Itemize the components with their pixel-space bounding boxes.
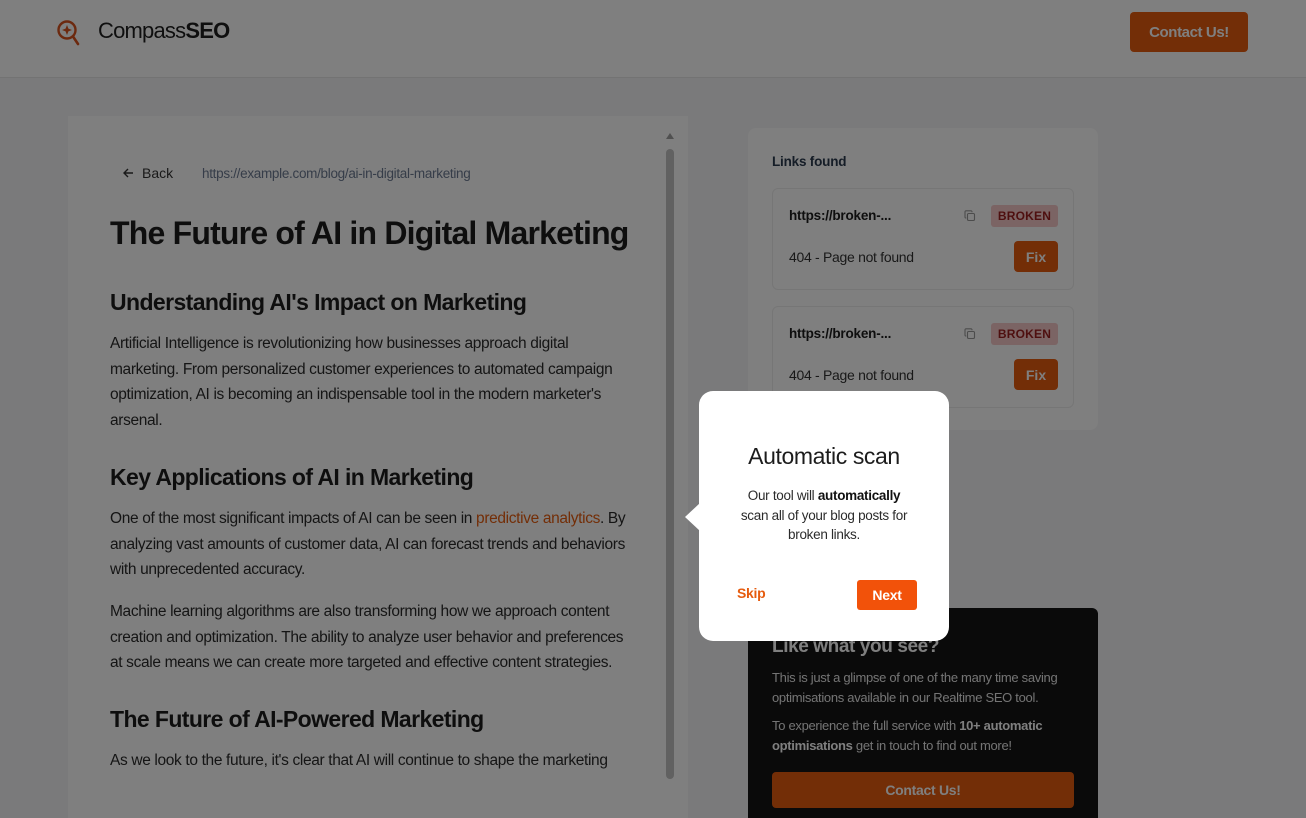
tour-next-button[interactable]: Next [857,580,917,610]
tour-text: Our tool will automatically scan all of … [740,488,908,542]
tour-overlay[interactable] [0,0,1306,818]
tour-title: Automatic scan [748,443,900,469]
tour-popover: Automatic scan Our tool will automatical… [685,391,949,641]
tour-skip-button[interactable]: Skip [737,585,766,601]
popover-pointer [685,503,700,531]
